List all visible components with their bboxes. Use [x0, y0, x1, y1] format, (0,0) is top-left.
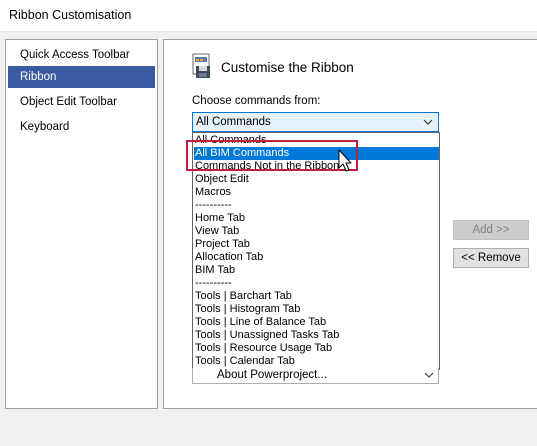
mouse-cursor-icon: [338, 149, 352, 172]
nav-item-object-edit-toolbar[interactable]: Object Edit Toolbar: [8, 91, 155, 113]
ribbon-customise-icon: [192, 53, 210, 78]
dropdown-option[interactable]: BIM Tab: [194, 264, 439, 277]
page-title: Customise the Ribbon: [221, 60, 354, 75]
combo-value: All Commands: [196, 116, 271, 128]
dropdown-option[interactable]: Tools | Resource Usage Tab: [194, 342, 439, 355]
nav-item-ribbon[interactable]: Ribbon: [8, 66, 155, 88]
dropdown-option[interactable]: Tools | Line of Balance Tab: [194, 316, 439, 329]
dropdown-separator: ----------: [195, 199, 232, 211]
remove-button[interactable]: << Remove: [453, 248, 529, 268]
dropdown-option[interactable]: Commands Not in the Ribbon: [194, 160, 439, 173]
category-list: Quick Access Toolbar Ribbon Object Edit …: [5, 39, 158, 409]
dropdown-option[interactable]: Macros: [194, 186, 439, 199]
nav-item-quick-access-toolbar[interactable]: Quick Access Toolbar: [8, 44, 155, 66]
ribbon-tabs-dropdown[interactable]: About Powerproject...: [192, 368, 439, 384]
choose-commands-dropdown[interactable]: All Commands: [192, 112, 439, 132]
chevron-down-icon: [423, 119, 433, 125]
dropdown-option[interactable]: Project Tab: [194, 238, 439, 251]
dropdown-option[interactable]: Tools | Calendar Tab: [194, 355, 439, 368]
window-title: Ribbon Customisation: [9, 8, 132, 22]
nav-item-keyboard[interactable]: Keyboard: [8, 116, 155, 138]
commands-dropdown-list[interactable]: All Commands All BIM Commands Commands N…: [192, 132, 440, 370]
dropdown-separator: ----------: [195, 277, 232, 289]
chevron-down-icon: [424, 372, 434, 378]
add-button[interactable]: Add >>: [453, 220, 529, 240]
dropdown-option[interactable]: Object Edit: [194, 173, 439, 186]
title-bar: Ribbon Customisation: [0, 0, 537, 32]
dropdown-option[interactable]: All Commands: [194, 134, 439, 147]
dropdown-option[interactable]: Tools | Barchart Tab: [194, 290, 439, 303]
dropdown-option[interactable]: Tools | Histogram Tab: [194, 303, 439, 316]
dropdown-option-selected[interactable]: All BIM Commands: [194, 147, 439, 160]
dropdown-option[interactable]: Home Tab: [194, 212, 439, 225]
dropdown-option[interactable]: View Tab: [194, 225, 439, 238]
choose-commands-label: Choose commands from:: [192, 95, 321, 107]
dropdown-option[interactable]: Tools | Unassigned Tasks Tab: [194, 329, 439, 342]
ribbon-tabs-dropdown-value: About Powerproject...: [217, 369, 327, 381]
dropdown-option[interactable]: Allocation Tab: [194, 251, 439, 264]
